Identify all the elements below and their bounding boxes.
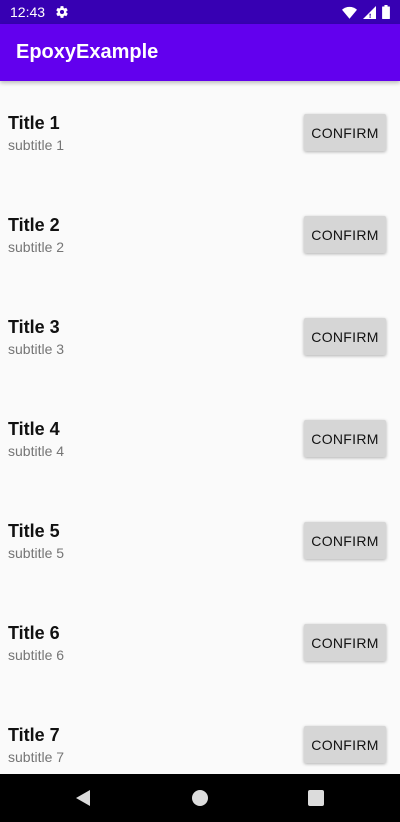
navigation-bar: [0, 774, 400, 822]
item-subtitle: subtitle 5: [8, 545, 65, 561]
confirm-button[interactable]: CONFIRM: [304, 522, 386, 559]
list-item: Title 3 subtitle 3 CONFIRM: [0, 285, 400, 387]
item-title: Title 5: [8, 521, 60, 541]
list-item: Title 1 subtitle 1 CONFIRM: [0, 81, 400, 183]
confirm-button[interactable]: CONFIRM: [304, 318, 386, 355]
app-title: EpoxyExample: [16, 41, 159, 63]
confirm-button[interactable]: CONFIRM: [304, 726, 386, 763]
item-subtitle: subtitle 7: [8, 749, 65, 765]
cellular-signal-icon: [363, 5, 376, 19]
battery-icon: [382, 5, 390, 19]
recents-icon[interactable]: [307, 788, 325, 812]
wifi-icon: [342, 6, 357, 19]
home-icon[interactable]: [191, 788, 209, 812]
list-item: Title 5 subtitle 5 CONFIRM: [0, 489, 400, 591]
item-title: Title 2: [8, 215, 60, 235]
item-title: Title 4: [8, 419, 60, 439]
item-subtitle: subtitle 4: [8, 443, 65, 459]
item-list[interactable]: Title 1 subtitle 1 CONFIRM Title 2 subti…: [0, 81, 400, 774]
item-title: Title 3: [8, 317, 60, 337]
status-time: 12:43: [10, 4, 46, 20]
back-icon[interactable]: [74, 788, 92, 812]
item-subtitle: subtitle 2: [8, 239, 65, 255]
list-item: Title 2 subtitle 2 CONFIRM: [0, 183, 400, 285]
list-item: Title 4 subtitle 4 CONFIRM: [0, 387, 400, 489]
confirm-button[interactable]: CONFIRM: [304, 114, 386, 151]
confirm-button[interactable]: CONFIRM: [304, 420, 386, 457]
item-subtitle: subtitle 6: [8, 647, 65, 663]
confirm-button[interactable]: CONFIRM: [304, 216, 386, 253]
item-title: Title 6: [8, 623, 60, 643]
app-bar: EpoxyExample: [0, 24, 400, 81]
settings-gear-icon: [55, 5, 69, 19]
confirm-button[interactable]: CONFIRM: [304, 624, 386, 661]
item-subtitle: subtitle 3: [8, 341, 65, 357]
item-title: Title 7: [8, 725, 60, 745]
status-bar: 12:43: [0, 0, 400, 24]
item-subtitle: subtitle 1: [8, 137, 65, 153]
list-item: Title 7 subtitle 7 CONFIRM: [0, 693, 400, 774]
list-item: Title 6 subtitle 6 CONFIRM: [0, 591, 400, 693]
item-title: Title 1: [8, 113, 60, 133]
